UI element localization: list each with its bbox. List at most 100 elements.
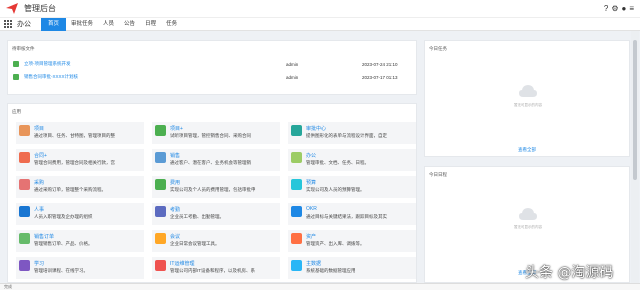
app-icon	[291, 233, 302, 244]
app-name[interactable]: 销售订单	[34, 233, 54, 240]
app-card[interactable]: OKR 通过目标与关键结果法，跟踪目标及其实	[288, 203, 416, 225]
app-card[interactable]: 费用 实现公司及个人员的费用管理，包括审批申	[152, 176, 280, 198]
app-icon	[155, 206, 166, 217]
app-icon	[19, 125, 30, 136]
top-bar: 管理后台 ? ⚙ ● ≡	[0, 0, 640, 17]
main-nav: 办公 首页 审批任务 人员 公告 日程 任务	[0, 17, 640, 31]
app-description: 管理资产、出入库、调拨等。	[306, 241, 365, 246]
more-icon[interactable]: ≡	[629, 4, 634, 13]
app-description: 管理销售订单、产品、价格。	[34, 241, 93, 246]
app-name[interactable]: 学习	[34, 260, 44, 267]
app-description: 实现公司及人员的预算管理。	[306, 187, 365, 192]
file-time: 2023-07-17 01:13	[362, 74, 398, 80]
watermark-text: 头条 @淘源码	[525, 265, 614, 281]
file-user: admin	[286, 74, 299, 80]
app-icon	[19, 206, 30, 217]
table-row[interactable]: 销售合同审批-XXXX计划核 admin 2023-07-17 01:13	[13, 73, 413, 81]
help-icon[interactable]: ?	[604, 4, 608, 13]
app-name[interactable]: OKR	[306, 206, 317, 212]
app-card[interactable]: 学习 管理培训课程、在线学习。	[16, 257, 144, 279]
app-icon	[291, 260, 302, 271]
tab-approval-tasks[interactable]: 审批任务	[66, 18, 98, 31]
app-icon	[155, 260, 166, 271]
file-link[interactable]: 立项-项目管理系统开发	[24, 61, 286, 67]
view-all-link[interactable]: 查看全部	[518, 147, 536, 153]
app-name[interactable]: 费用	[170, 179, 180, 186]
app-description: 通过客户、潜在客户、业务机会等管理销	[170, 160, 251, 165]
app-description: 实现公司及个人员的费用管理，包括审批申	[170, 187, 256, 192]
empty-text: 暂无可显示的内容	[514, 225, 542, 229]
table-row[interactable]: 立项-项目管理系统开发 admin 2023-07-24 21:10	[13, 60, 413, 68]
empty-text: 暂无可显示的内容	[514, 103, 542, 107]
panel-title: 今日日程	[429, 172, 447, 177]
app-description: 试听项目管理，管控销售合同、采购合同	[170, 133, 251, 138]
app-name[interactable]: 采购	[34, 179, 44, 186]
tab-home[interactable]: 首页	[41, 17, 67, 31]
app-card[interactable]: 销售 通过客户、潜在客户、业务机会等管理销	[152, 149, 280, 171]
app-icon	[291, 125, 302, 136]
app-name[interactable]: 主数据	[306, 260, 321, 267]
panel-title: 今日任务	[429, 46, 447, 51]
app-description: 通过采购订单，管理整个采购流程。	[34, 187, 106, 192]
app-card[interactable]: 销售订单 管理销售订单、产品、价格。	[16, 230, 144, 252]
file-link[interactable]: 销售合同审批-XXXX计划核	[24, 74, 286, 80]
app-name[interactable]: 考勤	[170, 206, 180, 213]
app-name[interactable]: 资产	[306, 233, 316, 240]
app-name[interactable]: 审批中心	[306, 125, 326, 132]
app-card[interactable]: 考勤 企业员工考勤、出勤管理。	[152, 203, 280, 225]
app-card[interactable]: 会议 企业日常会议管理工具。	[152, 230, 280, 252]
app-description: 人员入职管理及企办理的组织	[34, 214, 93, 219]
app-grid-icon[interactable]	[4, 19, 13, 29]
app-name[interactable]: IT运维管理	[170, 260, 194, 267]
app-description: 管理合同费用，管理合同及相关行款，宫	[34, 160, 115, 165]
document-icon	[13, 74, 19, 80]
app-name[interactable]: 销售	[170, 152, 180, 159]
app-icon	[155, 233, 166, 244]
tab-people[interactable]: 人员	[98, 18, 119, 31]
app-name[interactable]: 会议	[170, 233, 180, 240]
pending-files-panel: 待审核文件 立项-项目管理系统开发 admin 2023-07-24 21:10…	[7, 40, 417, 95]
app-description: 系统基础的数据管理应用	[306, 268, 356, 273]
app-description: 通过目标与关键结果法，跟踪目标及其实	[306, 214, 387, 219]
scrollbar-thumb[interactable]	[633, 40, 637, 180]
app-description: 通过项目、任务、甘特图，管理项目的整	[34, 133, 115, 138]
app-name[interactable]: 人事	[34, 206, 44, 213]
app-icon	[155, 125, 166, 136]
app-card[interactable]: 办公 管理审批、文档、任务、日程。	[288, 149, 416, 171]
tab-tasks[interactable]: 任务	[161, 18, 182, 31]
app-card[interactable]: 主数据 系统基础的数据管理应用	[288, 257, 416, 279]
app-card[interactable]: 项目+ 试听项目管理，管控销售合同、采购合同	[152, 122, 280, 144]
app-card[interactable]: 审批中心 提供图形化的表单与流程设计界面，自定	[288, 122, 416, 144]
app-icon	[19, 260, 30, 271]
document-icon	[13, 61, 19, 67]
tab-announcements[interactable]: 公告	[119, 18, 140, 31]
app-icon	[291, 179, 302, 190]
empty-cloud-icon	[519, 208, 537, 220]
app-name[interactable]: 项目	[34, 125, 44, 132]
app-card[interactable]: 采购 通过采购订单，管理整个采购流程。	[16, 176, 144, 198]
app-icon	[155, 179, 166, 190]
app-card[interactable]: IT运维管理 管理公司内部IT设备和程序，以及机房、系	[152, 257, 280, 279]
app-icon	[19, 152, 30, 163]
paper-plane-logo-icon	[6, 3, 18, 14]
app-name[interactable]: 合同+	[34, 152, 47, 159]
app-description: 管理公司内部IT设备和程序，以及机房、系	[170, 268, 255, 273]
app-card[interactable]: 项目 通过项目、任务、甘特图，管理项目的整	[16, 122, 144, 144]
app-card[interactable]: 合同+ 管理合同费用，管理合同及相关行款，宫	[16, 149, 144, 171]
app-card[interactable]: 预算 实现公司及人员的预算管理。	[288, 176, 416, 198]
app-card[interactable]: 资产 管理资产、出入库、调拨等。	[288, 230, 416, 252]
app-card[interactable]: 人事 人员入职管理及企办理的组织	[16, 203, 144, 225]
gear-icon[interactable]: ⚙	[611, 4, 618, 13]
panel-title: 应用	[12, 109, 21, 114]
app-icon	[19, 233, 30, 244]
app-description: 企业员工考勤、出勤管理。	[170, 214, 224, 219]
app-name[interactable]: 预算	[306, 179, 316, 186]
status-bar: 完成	[0, 283, 640, 290]
tab-schedule[interactable]: 日程	[140, 18, 161, 31]
file-user: admin	[286, 61, 299, 67]
user-icon[interactable]: ●	[621, 4, 626, 13]
empty-cloud-icon	[519, 85, 537, 97]
app-name[interactable]: 项目+	[170, 125, 183, 132]
app-icon	[291, 206, 302, 217]
app-name[interactable]: 办公	[306, 152, 316, 159]
